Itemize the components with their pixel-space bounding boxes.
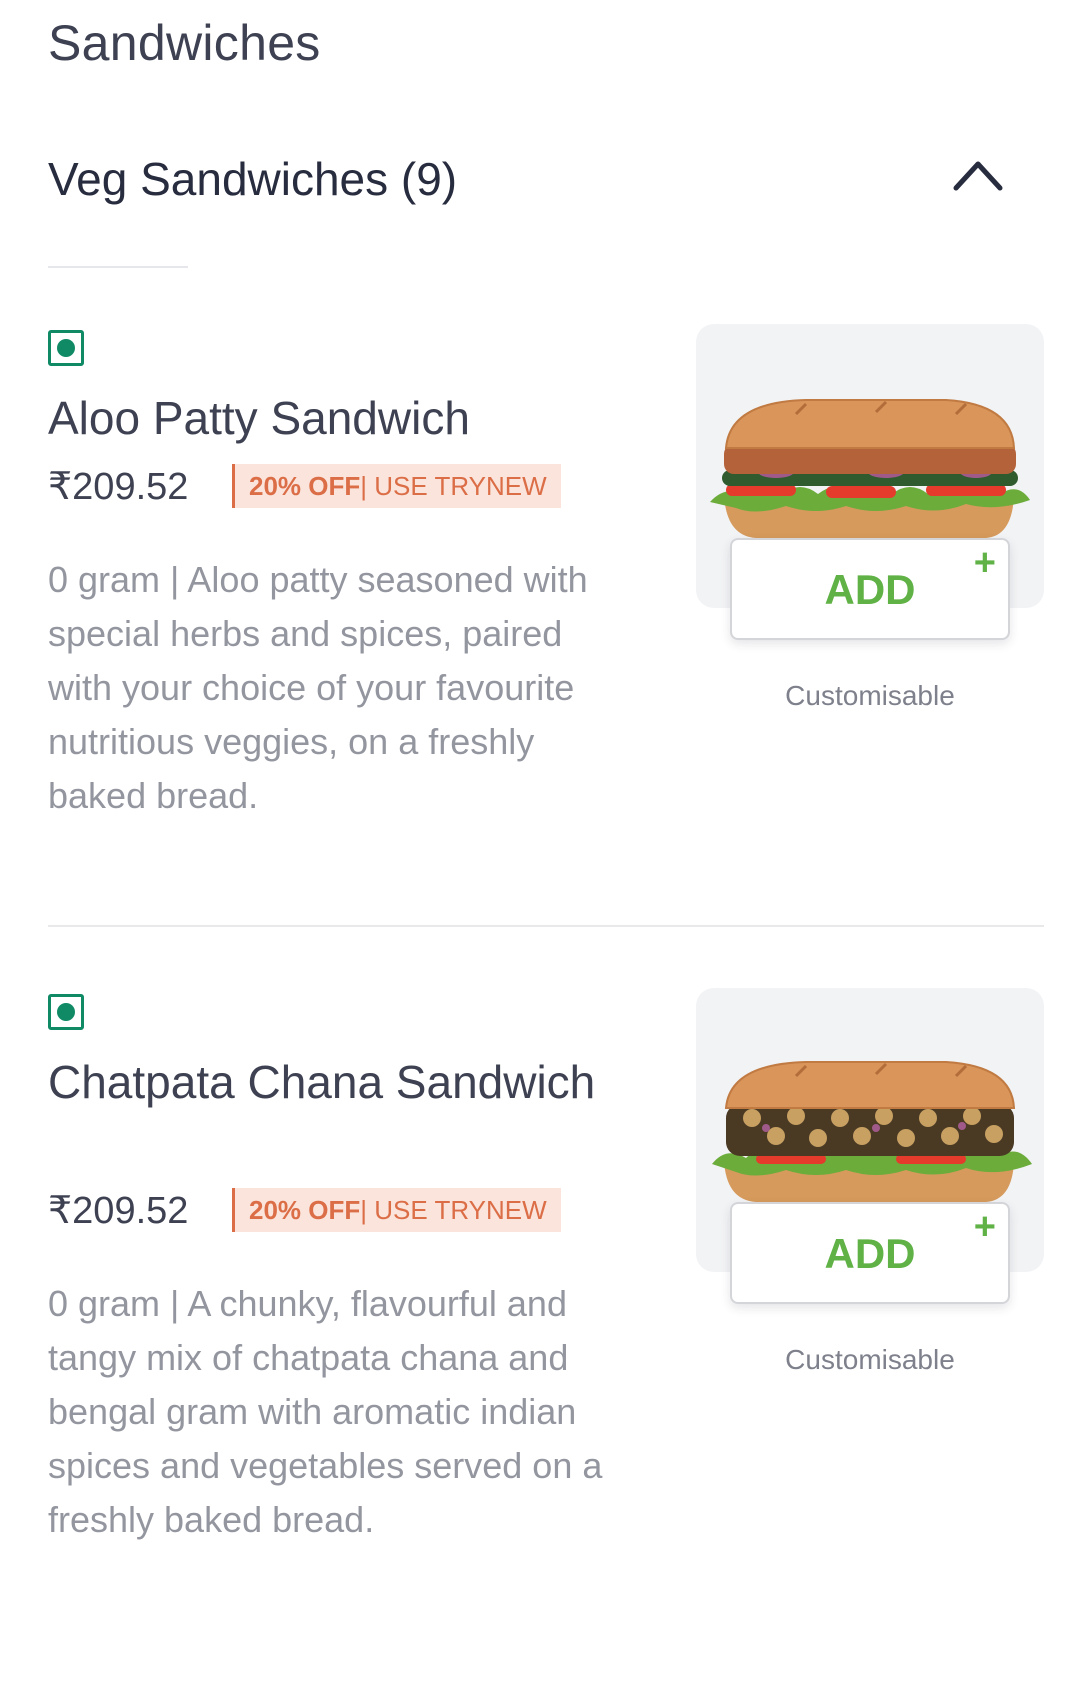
- veg-indicator-icon: [48, 330, 84, 366]
- item-price: ₹209.52: [48, 1190, 189, 1232]
- item-divider: [48, 925, 1044, 927]
- item-description: 0 gram | A chunky, flavourful and tangy …: [48, 1283, 603, 1540]
- plus-icon: +: [973, 542, 996, 584]
- plus-icon: +: [973, 1206, 996, 1248]
- add-button[interactable]: ADD +: [730, 538, 1010, 640]
- customisable-label: Customisable: [785, 1344, 955, 1375]
- customisable-label: Customisable: [785, 680, 955, 711]
- add-button-label: ADD: [824, 1230, 916, 1277]
- chevron-up-icon[interactable]: [952, 154, 1004, 194]
- offer-code: | USE TRYNEW: [360, 470, 547, 501]
- offer-percent: 20% OFF: [249, 1194, 361, 1225]
- add-button-label: ADD: [824, 566, 916, 613]
- subcategory-header[interactable]: Veg Sandwiches (9): [0, 140, 1080, 220]
- offer-badge: 20% OFF | USE TRYNEW: [232, 464, 561, 508]
- item-price: ₹209.52: [48, 466, 189, 508]
- add-button[interactable]: ADD +: [730, 1202, 1010, 1304]
- category-title: Sandwiches: [48, 15, 321, 71]
- subcategory-divider: [48, 266, 188, 268]
- offer-percent: 20% OFF: [249, 470, 361, 501]
- subcategory-title: Veg Sandwiches (9): [48, 153, 458, 205]
- offer-badge: 20% OFF | USE TRYNEW: [232, 1188, 561, 1232]
- offer-code: | USE TRYNEW: [360, 1194, 547, 1225]
- veg-indicator-icon: [48, 994, 84, 1030]
- item-description: 0 gram | Aloo patty seasoned with specia…: [48, 559, 588, 816]
- item-name: Aloo Patty Sandwich: [48, 392, 470, 444]
- item-name: Chatpata Chana Sandwich: [48, 1056, 596, 1108]
